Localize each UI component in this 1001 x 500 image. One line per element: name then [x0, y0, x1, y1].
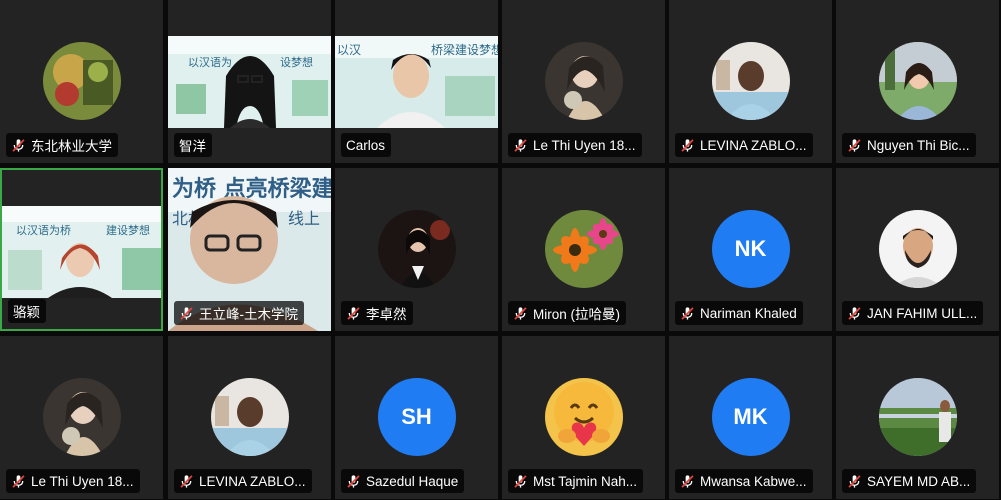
- participant-name-bar: LEVINA ZABLO...: [174, 469, 312, 493]
- participant-name-bar: 东北林业大学: [6, 133, 118, 157]
- participant-name: Carlos: [346, 137, 386, 153]
- participant-name: SAYEM MD AB...: [867, 473, 971, 489]
- svg-text:为桥 点亮桥梁建: 为桥 点亮桥梁建: [172, 176, 331, 202]
- participant-name: LEVINA ZABLO...: [700, 137, 807, 153]
- animation-still-avatar: [42, 42, 121, 120]
- svg-text:以汉语为: 以汉语为: [188, 56, 232, 69]
- participant-name: Mst Tajmin Nah...: [533, 473, 638, 489]
- participant-tile[interactable]: Le Thi Uyen 18...: [502, 0, 665, 163]
- man-field-avatar: [878, 378, 957, 456]
- participant-name: LEVINA ZABLO...: [199, 473, 306, 489]
- muted-microphone-icon: [11, 474, 26, 489]
- muted-microphone-icon: [346, 474, 361, 489]
- participant-name: 王立峰-土木学院: [199, 307, 298, 322]
- participant-tile[interactable]: SH Sazedul Haque: [335, 336, 498, 499]
- participant-tile[interactable]: SAYEM MD AB...: [836, 336, 999, 499]
- participant-name: 智洋: [179, 139, 206, 154]
- participant-name-bar: 李卓然: [341, 301, 413, 325]
- muted-microphone-icon: [11, 138, 26, 153]
- participant-name-bar: 王立峰-土木学院: [174, 301, 304, 325]
- participant-name-bar: SAYEM MD AB...: [842, 469, 977, 493]
- illustrated-girl-avatar: [544, 42, 623, 120]
- participant-tile[interactable]: Le Thi Uyen 18...: [0, 336, 163, 499]
- participant-tile[interactable]: 以汉 桥梁建设梦想 Carlos: [335, 0, 498, 163]
- muted-microphone-icon: [179, 306, 194, 321]
- participant-grid: 东北林业大学 以汉语为 设梦想智洋 以汉 桥梁建设梦想 Carlos Le Thi Uyen…: [0, 0, 1001, 500]
- participant-name-bar: 智洋: [174, 133, 212, 157]
- camera-feed-young-man: 以汉 桥梁建设梦想: [335, 36, 498, 128]
- participant-name-bar: Le Thi Uyen 18...: [6, 469, 140, 493]
- participant-name-bar: Mwansa Kabwe...: [675, 469, 813, 493]
- participant-tile[interactable]: 以汉语为桥 建设梦想骆颖: [0, 168, 163, 331]
- camera-feed-woman-red-hair: 以汉语为桥 建设梦想: [2, 206, 161, 298]
- participant-name-bar: Nariman Khaled: [675, 301, 803, 325]
- participant-tile[interactable]: 以汉语为 设梦想智洋: [168, 0, 331, 163]
- svg-text:建设梦想: 建设梦想: [106, 223, 150, 237]
- illustrated-girl-avatar: [42, 378, 121, 456]
- hug-emoji-avatar: [544, 378, 623, 456]
- camera-feed-woman-glasses: 以汉语为 设梦想: [168, 36, 331, 128]
- participant-tile[interactable]: Miron (拉哈曼): [502, 168, 665, 331]
- participant-name-bar: JAN FAHIM ULL...: [842, 301, 984, 325]
- participant-name-bar: Sazedul Haque: [341, 469, 465, 493]
- participant-name-bar: Mst Tajmin Nah...: [508, 469, 644, 493]
- initials-avatar: NK: [711, 210, 790, 288]
- initials-avatar: SH: [377, 378, 456, 456]
- participant-name: Nguyen Thi Bic...: [867, 137, 970, 153]
- svg-text:桥梁建设梦想: 桥梁建设梦想: [431, 42, 498, 57]
- participant-tile[interactable]: LEVINA ZABLO...: [168, 336, 331, 499]
- participant-tile[interactable]: 李卓然: [335, 168, 498, 331]
- participant-name: Miron (拉哈曼): [533, 307, 620, 322]
- woman-dark-background-avatar: [377, 210, 456, 288]
- participant-name: 李卓然: [366, 307, 407, 322]
- muted-microphone-icon: [513, 138, 528, 153]
- participant-tile[interactable]: MK Mwansa Kabwe...: [669, 336, 832, 499]
- participant-name-bar: Le Thi Uyen 18...: [508, 133, 642, 157]
- participant-tile[interactable]: 东北林业大学: [0, 0, 163, 163]
- initials-avatar: MK: [711, 378, 790, 456]
- participant-tile[interactable]: 为桥 点亮桥梁建 北林 线上 王立峰-土木学院: [168, 168, 331, 331]
- svg-text:以汉: 以汉: [337, 43, 361, 57]
- svg-text:设梦想: 设梦想: [280, 55, 313, 69]
- muted-microphone-icon: [680, 474, 695, 489]
- participant-name: Le Thi Uyen 18...: [31, 473, 134, 489]
- participant-name: 东北林业大学: [31, 139, 112, 154]
- participant-name-bar: Nguyen Thi Bic...: [842, 133, 976, 157]
- man-portrait-avatar: [210, 378, 289, 456]
- svg-text:线上: 线上: [288, 209, 320, 228]
- participant-name: Nariman Khaled: [700, 305, 797, 321]
- muted-microphone-icon: [513, 474, 528, 489]
- muted-microphone-icon: [847, 474, 862, 489]
- participant-tile[interactable]: Nguyen Thi Bic...: [836, 0, 999, 163]
- svg-text:以汉语为桥: 以汉语为桥: [16, 224, 71, 237]
- muted-microphone-icon: [680, 138, 695, 153]
- muted-microphone-icon: [179, 474, 194, 489]
- man-beard-avatar: [878, 210, 957, 288]
- participant-name: Sazedul Haque: [366, 473, 459, 489]
- muted-microphone-icon: [680, 306, 695, 321]
- participant-name-bar: Miron (拉哈曼): [508, 301, 626, 325]
- participant-tile[interactable]: LEVINA ZABLO...: [669, 0, 832, 163]
- woman-outdoor-avatar: [878, 42, 957, 120]
- gerbera-flowers-avatar: [544, 210, 623, 288]
- participant-name: Le Thi Uyen 18...: [533, 137, 636, 153]
- participant-name: Mwansa Kabwe...: [700, 473, 807, 489]
- muted-microphone-icon: [847, 138, 862, 153]
- participant-tile[interactable]: JAN FAHIM ULL...: [836, 168, 999, 331]
- participant-tile[interactable]: Mst Tajmin Nah...: [502, 336, 665, 499]
- man-portrait-avatar: [711, 42, 790, 120]
- participant-tile[interactable]: NK Nariman Khaled: [669, 168, 832, 331]
- participant-name: 骆颖: [13, 305, 40, 320]
- participant-name-bar: LEVINA ZABLO...: [675, 133, 813, 157]
- muted-microphone-icon: [513, 306, 528, 321]
- muted-microphone-icon: [847, 306, 862, 321]
- participant-name-bar: Carlos: [341, 133, 392, 157]
- participant-name-bar: 骆颖: [8, 299, 46, 323]
- participant-name: JAN FAHIM ULL...: [867, 305, 978, 321]
- muted-microphone-icon: [346, 306, 361, 321]
